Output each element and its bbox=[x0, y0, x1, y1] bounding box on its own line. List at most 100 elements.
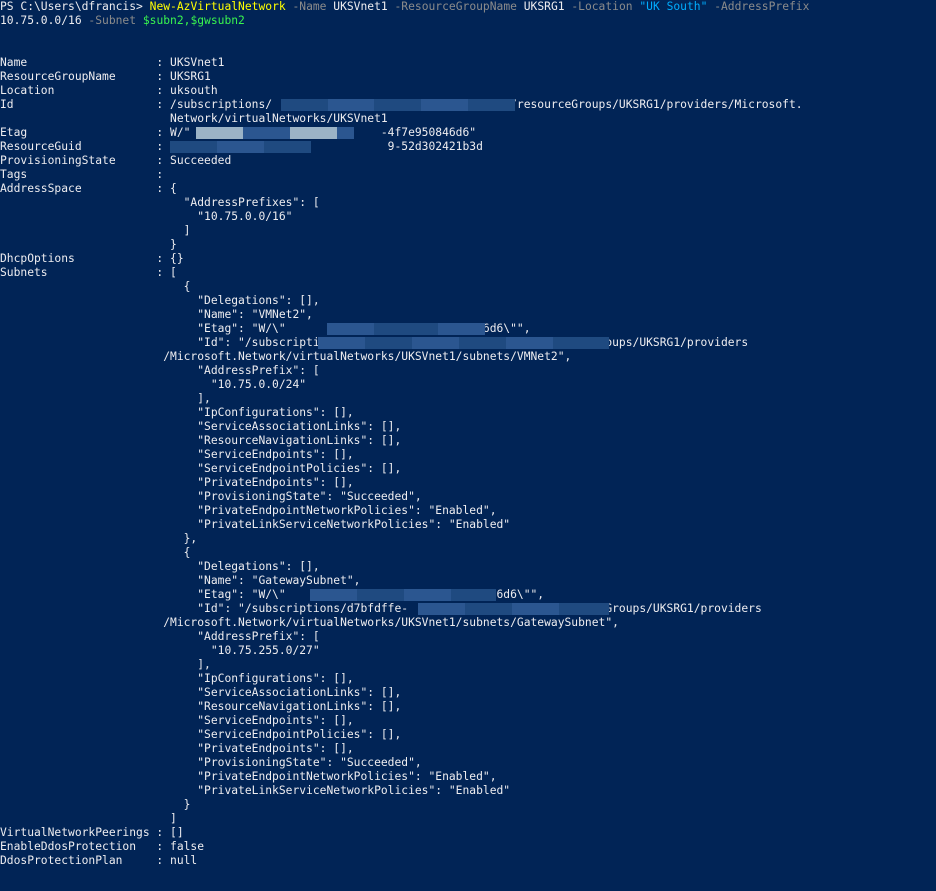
output-line: "IpConfigurations": [], bbox=[0, 406, 354, 419]
redaction-block bbox=[290, 127, 337, 139]
redaction-block bbox=[418, 603, 465, 615]
string-literal: "UK South" bbox=[639, 0, 708, 13]
plain-text: UKSVnet1 bbox=[333, 0, 388, 13]
redaction-block bbox=[421, 99, 468, 111]
output-line: ResourceGroupName : UKSRG1 bbox=[0, 70, 211, 83]
output-line: ] bbox=[0, 224, 191, 237]
output-line: "ServiceEndpointPolicies": [], bbox=[0, 728, 402, 741]
output-line: "ServiceEndpoints": [], bbox=[0, 448, 354, 461]
output-line: "10.75.255.0/27" bbox=[0, 644, 320, 657]
plain-text: 10.75.0.0/16 bbox=[0, 14, 82, 27]
redaction-block bbox=[438, 323, 485, 335]
redaction-block bbox=[468, 99, 515, 111]
output-line: "10.75.0.0/24" bbox=[0, 378, 307, 391]
output-line: "ResourceNavigationLinks": [], bbox=[0, 700, 402, 713]
plain-text: UKSRG1 bbox=[523, 0, 565, 13]
redaction-block bbox=[451, 589, 496, 601]
output-line: "PrivateEndpoints": [], bbox=[0, 476, 354, 489]
output-line: Location : uksouth bbox=[0, 84, 218, 97]
output-line: /Microsoft.Network/virtualNetworks/UKSVn… bbox=[0, 350, 572, 363]
powershell-terminal[interactable]: PS C:\Users\dfrancis> New-AzVirtualNetwo… bbox=[0, 0, 936, 891]
output-line: "PrivateEndpointNetworkPolicies": "Enabl… bbox=[0, 770, 497, 783]
output-line: "10.75.0.0/16" bbox=[0, 210, 293, 223]
output-line: "ProvisioningState": "Succeeded", bbox=[0, 756, 422, 769]
output-line: AddressSpace : { bbox=[0, 182, 177, 195]
redaction-block bbox=[404, 589, 451, 601]
output-line: Etag : W/" -4f7e950846d6" bbox=[0, 126, 477, 139]
output-line: { bbox=[0, 280, 191, 293]
redaction-block bbox=[465, 603, 512, 615]
output-line: { bbox=[0, 546, 191, 559]
output-line: "ResourceNavigationLinks": [], bbox=[0, 434, 402, 447]
output-line: "PrivateEndpoints": [], bbox=[0, 742, 354, 755]
redaction-block bbox=[170, 141, 217, 153]
parameter-name: -Subnet bbox=[81, 14, 143, 27]
prompt-line-1: PS C:\Users\dfrancis> New-AzVirtualNetwo… bbox=[0, 0, 936, 14]
redaction-block bbox=[506, 337, 553, 349]
prompt-line-2: 10.75.0.0/16 -Subnet $subn2,$gwsubn2 bbox=[0, 14, 936, 28]
variable-reference: $subn2,$gwsubn2 bbox=[142, 14, 245, 27]
command-output: Name : UKSVnet1 ResourceGroupName : UKSRG… bbox=[0, 28, 936, 868]
redaction-block bbox=[337, 127, 354, 139]
redaction-block bbox=[512, 603, 559, 615]
redaction-block bbox=[196, 127, 243, 139]
redaction-block bbox=[281, 99, 328, 111]
output-line: "ServiceEndpointPolicies": [], bbox=[0, 462, 402, 475]
redaction-block bbox=[310, 589, 357, 601]
output-line: "PrivateLinkServiceNetworkPolicies": "En… bbox=[0, 784, 511, 797]
redaction-block bbox=[365, 337, 412, 349]
plain-text: PS C:\Users\dfrancis> bbox=[0, 0, 150, 13]
output-line: "IpConfigurations": [], bbox=[0, 672, 354, 685]
output-line: Tags : bbox=[0, 168, 164, 181]
redaction-block bbox=[327, 323, 374, 335]
redaction-block bbox=[374, 323, 438, 335]
redaction-block bbox=[412, 337, 459, 349]
output-line: ResourceGuid : 9-52d302421b3d bbox=[0, 140, 483, 153]
output-line: "AddressPrefixes": [ bbox=[0, 196, 320, 209]
output-line: "AddressPrefix": [ bbox=[0, 630, 320, 643]
output-line: "ProvisioningState": "Succeeded", bbox=[0, 490, 422, 503]
parameter-name: -ResourceGroupName bbox=[387, 0, 524, 13]
command-name: New-AzVirtualNetwork bbox=[149, 0, 286, 13]
parameter-name: -Name bbox=[285, 0, 334, 13]
redaction-block bbox=[243, 127, 290, 139]
redaction-block bbox=[553, 337, 609, 349]
output-line: "Delegations": [], bbox=[0, 560, 320, 573]
output-line: "PrivateEndpointNetworkPolicies": "Enabl… bbox=[0, 504, 497, 517]
output-line: "ServiceAssociationLinks": [], bbox=[0, 420, 402, 433]
redaction-block bbox=[264, 141, 311, 153]
output-line: ] bbox=[0, 812, 177, 825]
parameter-name: -Location bbox=[564, 0, 640, 13]
output-line: ], bbox=[0, 658, 211, 671]
redaction-block bbox=[217, 141, 264, 153]
output-line: "PrivateLinkServiceNetworkPolicies": "En… bbox=[0, 518, 511, 531]
parameter-name: -AddressPrefix bbox=[707, 0, 810, 13]
output-line: EnableDdosProtection : false bbox=[0, 840, 205, 853]
redaction-block bbox=[328, 99, 374, 111]
output-line: /Microsoft.Network/virtualNetworks/UKSVn… bbox=[0, 616, 619, 629]
output-line: "Name": "GatewaySubnet", bbox=[0, 574, 361, 587]
output-line: "AddressPrefix": [ bbox=[0, 364, 320, 377]
redaction-block bbox=[374, 99, 421, 111]
output-line: "ServiceEndpoints": [], bbox=[0, 714, 354, 727]
output-line: DdosProtectionPlan : null bbox=[0, 854, 198, 867]
output-line: ProvisioningState : Succeeded bbox=[0, 154, 232, 167]
redaction-block bbox=[318, 337, 365, 349]
output-line: DhcpOptions : {} bbox=[0, 252, 184, 265]
output-line: "Delegations": [], bbox=[0, 294, 320, 307]
redaction-block bbox=[559, 603, 609, 615]
output-line: Network/virtualNetworks/UKSVnet1 bbox=[0, 112, 388, 125]
output-line: } bbox=[0, 238, 177, 251]
output-line: "Name": "VMNet2", bbox=[0, 308, 313, 321]
output-line: ], bbox=[0, 392, 211, 405]
redaction-block bbox=[459, 337, 506, 349]
output-line: "ServiceAssociationLinks": [], bbox=[0, 686, 402, 699]
output-line: } bbox=[0, 798, 191, 811]
redaction-block bbox=[357, 589, 404, 601]
output-line: VirtualNetworkPeerings : [] bbox=[0, 826, 184, 839]
output-line: Name : UKSVnet1 bbox=[0, 56, 225, 69]
output-line: Subnets : [ bbox=[0, 266, 177, 279]
output-line: }, bbox=[0, 532, 198, 545]
